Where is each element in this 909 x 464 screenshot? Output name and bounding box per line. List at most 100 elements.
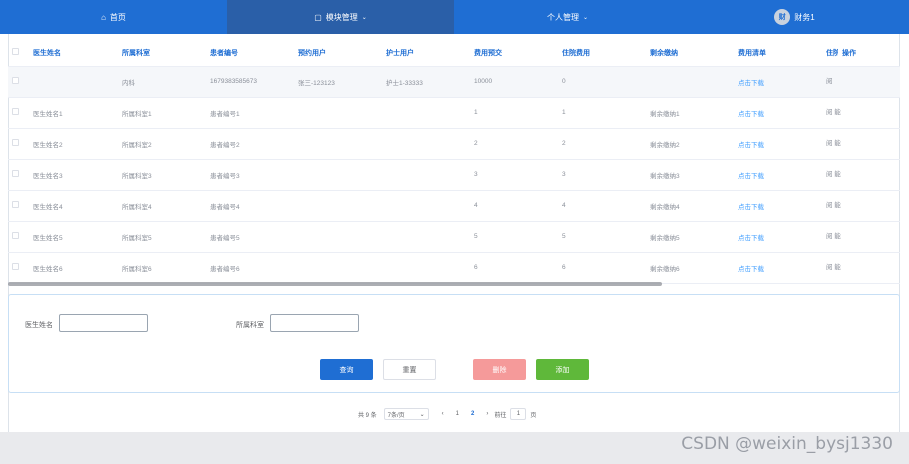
- row-checkbox[interactable]: [8, 128, 29, 160]
- page-size-value: 7条/页: [387, 412, 405, 419]
- table-row[interactable]: 医生姓名4所属科室4患者编号444剩余缴纳4点击下载阅 能详情: [8, 190, 900, 222]
- download-link[interactable]: 点击下载: [734, 97, 822, 129]
- table-cell: 剩余缴纳3: [646, 159, 734, 191]
- prev-page-button[interactable]: ‹: [442, 411, 444, 417]
- reset-button[interactable]: 重置: [383, 359, 436, 380]
- row-checkbox[interactable]: [8, 66, 29, 98]
- module-icon: ▢: [314, 12, 322, 22]
- table-cell: 6: [470, 252, 558, 284]
- download-link[interactable]: 点击下载: [734, 252, 822, 284]
- page-number[interactable]: 1: [456, 411, 459, 417]
- table-cell: 2: [470, 128, 558, 160]
- table-cell: 阅 能: [822, 128, 900, 160]
- data-table: 医生姓名 所属科室 患者编号 预约用户 护士用户 费用预交 住院费用 剩余缴纳 …: [8, 40, 900, 286]
- next-page-button[interactable]: ›: [486, 411, 488, 417]
- table-cell: 1679383585673: [206, 66, 294, 98]
- select-all-checkbox[interactable]: [8, 40, 29, 67]
- table-cell: 所属科室6: [118, 252, 206, 284]
- home-icon: ⌂: [101, 12, 106, 22]
- table-cell: 患者编号3: [206, 159, 294, 191]
- table-cell: 剩余缴纳5: [646, 221, 734, 253]
- nav-personal-management[interactable]: 个人管理 ⌄: [454, 0, 681, 34]
- table-cell: 医生姓名4: [29, 190, 118, 222]
- row-checkbox[interactable]: [8, 221, 29, 253]
- department-input[interactable]: [270, 314, 359, 332]
- col-header[interactable]: 护士用户: [382, 40, 470, 67]
- table-cell: 5: [558, 221, 646, 253]
- table-cell: 患者编号2: [206, 128, 294, 160]
- table-cell: 所属科室4: [118, 190, 206, 222]
- col-header-actions: 操作: [838, 40, 900, 67]
- table-cell: 张三-123123: [294, 66, 382, 98]
- table-row[interactable]: 医生姓名2所属科室2患者编号222剩余缴纳2点击下载阅 能详情: [8, 128, 900, 160]
- row-checkbox[interactable]: [8, 252, 29, 284]
- chevron-down-icon: ⌄: [361, 14, 367, 21]
- table-cell: 3: [558, 159, 646, 191]
- goto-page-input[interactable]: 1: [510, 408, 527, 420]
- table-cell: 医生姓名3: [29, 159, 118, 191]
- table-cell: 10000: [470, 66, 558, 98]
- delete-button[interactable]: 删除: [473, 359, 526, 380]
- table-cell: [294, 128, 382, 160]
- col-header[interactable]: 费用预交: [470, 40, 558, 67]
- table-cell: 剩余缴纳2: [646, 128, 734, 160]
- col-header[interactable]: 患者编号: [206, 40, 294, 67]
- table-cell: 阅 能: [822, 97, 900, 129]
- pagination: 共 9 条 7条/页 ⌄ ‹ 1 2 › 前往 1 页: [358, 408, 536, 420]
- doctor-name-input[interactable]: [59, 314, 148, 332]
- doctor-name-label: 医生姓名: [25, 322, 53, 329]
- table-row[interactable]: 内科 1679383585673 张三-123123 护士1-33333 10000 0 点…: [8, 66, 900, 98]
- col-header[interactable]: 住院: [822, 40, 838, 67]
- table-cell: 0: [558, 66, 646, 98]
- goto-label: 前往: [494, 412, 507, 419]
- download-link[interactable]: 点击下载: [734, 128, 822, 160]
- nav-personal-label: 个人管理: [546, 12, 579, 22]
- table-row[interactable]: 医生姓名5所属科室5患者编号555剩余缴纳5点击下载阅 能详情: [8, 221, 900, 253]
- table-cell: [294, 252, 382, 284]
- nav-user-menu[interactable]: 财 财务1: [681, 0, 908, 34]
- query-button[interactable]: 查询: [320, 359, 373, 380]
- nav-home[interactable]: ⌂ 首页: [0, 0, 227, 34]
- table-cell: 2: [558, 128, 646, 160]
- page-number-current[interactable]: 2: [471, 411, 474, 417]
- table-cell: [382, 128, 470, 160]
- col-header[interactable]: 所属科室: [118, 40, 206, 67]
- col-header[interactable]: 医生姓名: [29, 40, 118, 67]
- table-cell: 患者编号5: [206, 221, 294, 253]
- download-link[interactable]: 点击下载: [734, 159, 822, 191]
- download-link[interactable]: 点击下载: [734, 221, 822, 253]
- table-cell: 阅 能: [822, 221, 900, 253]
- table-cell: 患者编号6: [206, 252, 294, 284]
- table-cell: 所属科室2: [118, 128, 206, 160]
- table-cell: [294, 221, 382, 253]
- horizontal-scrollbar[interactable]: [8, 282, 662, 286]
- row-checkbox[interactable]: [8, 159, 29, 191]
- col-header[interactable]: 住院费用: [558, 40, 646, 67]
- nav-module-management[interactable]: ▢ 模块管理 ⌄: [227, 0, 454, 34]
- table-header: 医生姓名 所属科室 患者编号 预约用户 护士用户 费用预交 住院费用 剩余缴纳 …: [8, 40, 900, 67]
- nav-module-label: 模块管理: [325, 12, 358, 22]
- row-checkbox[interactable]: [8, 190, 29, 222]
- table-cell: 患者编号1: [206, 97, 294, 129]
- user-name: 财务1: [794, 12, 815, 22]
- top-nav: ⌂ 首页 ▢ 模块管理 ⌄ 个人管理 ⌄ 财 财务1: [0, 0, 909, 34]
- table-cell: 阅 能: [822, 190, 900, 222]
- table-cell: 医生姓名2: [29, 128, 118, 160]
- col-header[interactable]: 费用清单: [734, 40, 822, 67]
- download-link[interactable]: 点击下载: [734, 66, 822, 98]
- table-cell: 所属科室3: [118, 159, 206, 191]
- table-cell: 护士1-33333: [382, 66, 470, 98]
- table-row[interactable]: 医生姓名1所属科室1患者编号111剩余缴纳1点击下载阅 能详情: [8, 97, 900, 129]
- row-checkbox[interactable]: [8, 97, 29, 129]
- total-count: 共 9 条: [358, 412, 377, 419]
- page-size-select[interactable]: 7条/页 ⌄: [383, 408, 429, 420]
- table-row[interactable]: 医生姓名3所属科室3患者编号333剩余缴纳3点击下载阅 能详情: [8, 159, 900, 191]
- table-cell: 3: [470, 159, 558, 191]
- add-button[interactable]: 添加: [536, 359, 589, 380]
- table-row[interactable]: 医生姓名6所属科室6患者编号666剩余缴纳6点击下载阅 能详情: [8, 252, 900, 284]
- download-link[interactable]: 点击下载: [734, 190, 822, 222]
- table-cell: [382, 221, 470, 253]
- col-header[interactable]: 预约用户: [294, 40, 382, 67]
- col-header[interactable]: 剩余缴纳: [646, 40, 734, 67]
- table-cell: 4: [558, 190, 646, 222]
